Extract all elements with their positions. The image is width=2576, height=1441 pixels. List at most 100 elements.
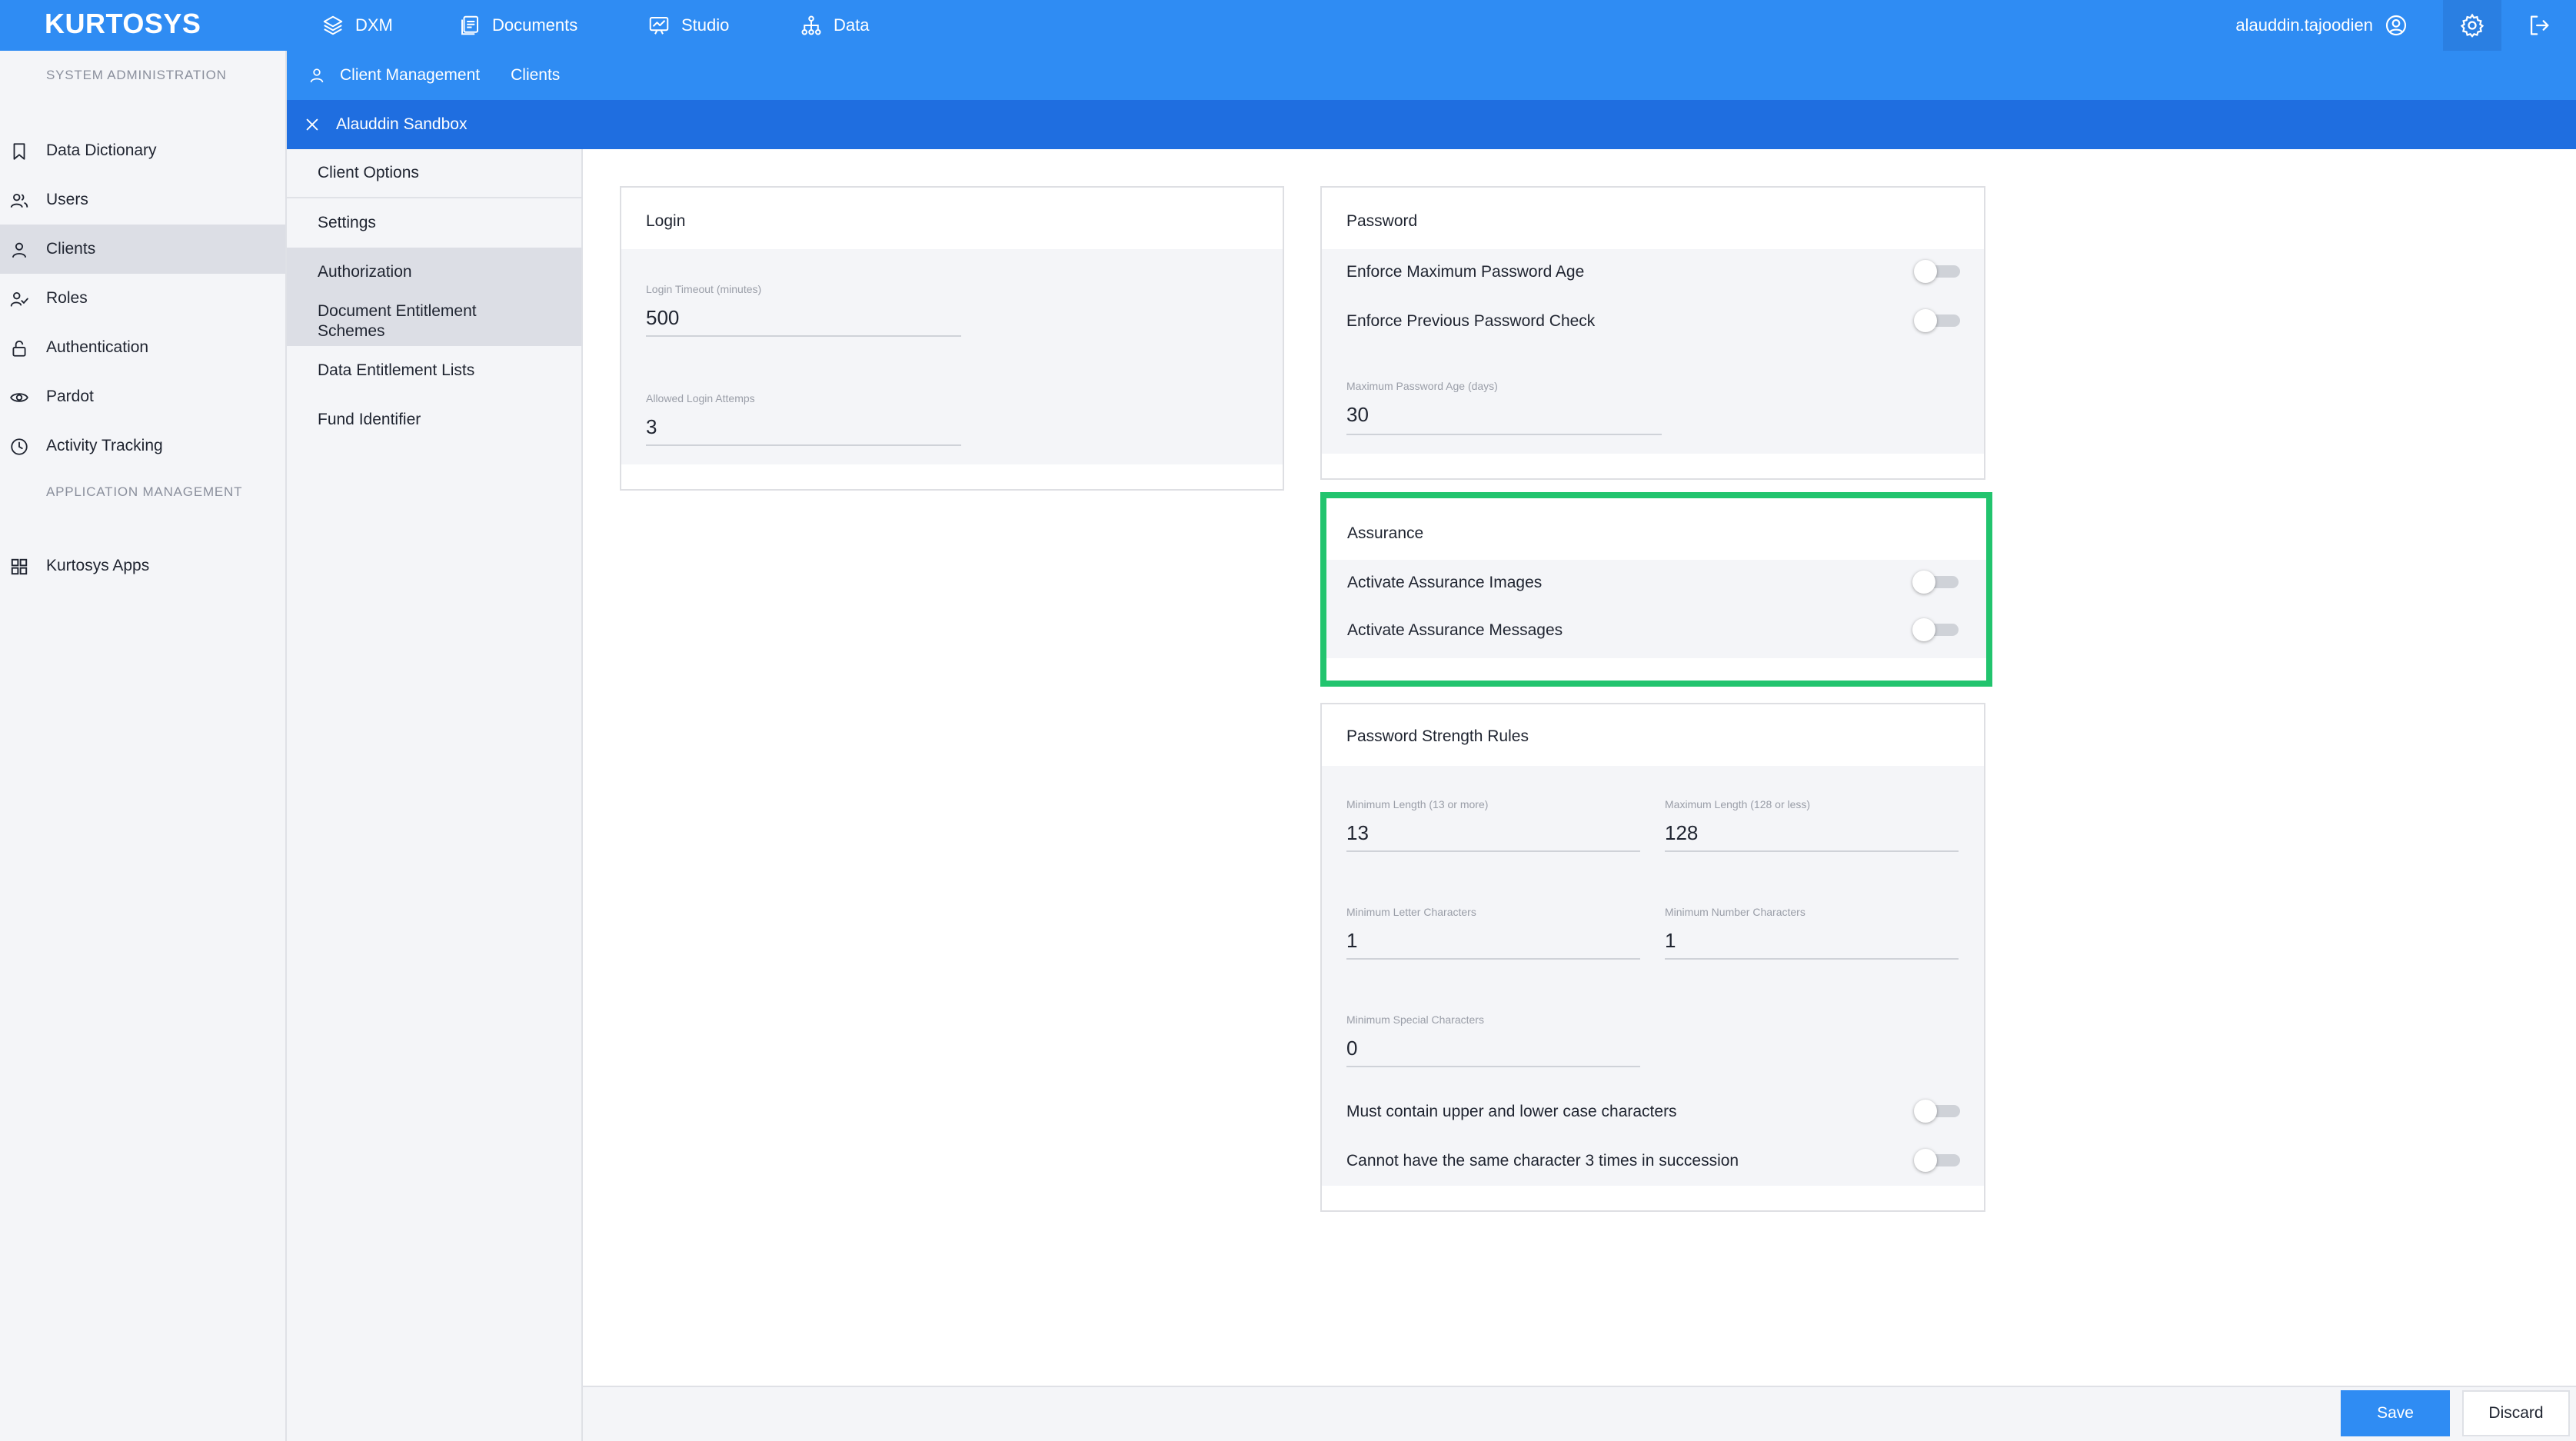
password-card-title: Password: [1346, 212, 1418, 230]
sidebar-item-clients[interactable]: Clients: [0, 225, 285, 274]
clock-icon: [9, 437, 29, 457]
chart-board-icon: [647, 14, 671, 37]
min-letter-label: Minimum Letter Characters: [1346, 906, 1476, 918]
user-name: alauddin.tajoodien: [2235, 15, 2373, 35]
grid-icon: [9, 557, 29, 577]
login-attempts-label: Allowed Login Attemps: [646, 392, 755, 404]
discard-button[interactable]: Discard: [2462, 1390, 2570, 1436]
topnav-documents-label: Documents: [492, 15, 578, 35]
sidebar-item-label: Activity Tracking: [46, 437, 163, 454]
subnav-label: Client Options: [318, 164, 419, 181]
password-strength-title: Password Strength Rules: [1346, 727, 1529, 745]
client-subnav: Client Options Settings Authorization Do…: [287, 149, 583, 1441]
assurance-highlight-box: [1320, 492, 1992, 687]
password-card-body: Enforce Maximum Password Age Enforce Pre…: [1322, 249, 1984, 454]
sidebar-section-system: SYSTEM ADMINISTRATION: [46, 68, 227, 82]
subnav-client-options[interactable]: Client Options: [287, 149, 581, 198]
topnav-studio[interactable]: Studio: [647, 0, 729, 51]
min-length-input[interactable]: 13: [1346, 821, 1369, 845]
min-letter-underline: [1346, 958, 1640, 960]
sidebar-item-kurtosys-apps[interactable]: Kurtosys Apps: [0, 541, 285, 591]
layers-icon: [321, 14, 344, 37]
topnav-data-label: Data: [834, 15, 870, 35]
subnav-data-entitlement-lists[interactable]: Data Entitlement Lists: [287, 346, 581, 395]
breadcrumb-clients[interactable]: Clients: [511, 66, 560, 85]
person-check-icon: [9, 289, 29, 309]
login-card-body: Login Timeout (minutes) 500 Allowed Logi…: [621, 249, 1283, 464]
sidebar-item-label: Data Dictionary: [46, 141, 157, 159]
min-special-input[interactable]: 0: [1346, 1037, 1357, 1060]
login-card-title: Login: [646, 212, 686, 230]
login-attempts-input[interactable]: 3: [646, 415, 657, 439]
no-repeat-toggle[interactable]: [1914, 1149, 1960, 1172]
settings-button[interactable]: [2443, 0, 2501, 51]
sidebar-item-label: Authentication: [46, 338, 149, 356]
enforce-prev-check-toggle[interactable]: [1914, 309, 1960, 332]
subnav-label: Data Entitlement Lists: [318, 361, 475, 379]
person-icon: [287, 66, 340, 85]
sidebar-item-label: Clients: [46, 240, 96, 258]
max-length-underline: [1665, 850, 1959, 852]
topnav-documents[interactable]: Documents: [458, 0, 577, 51]
hierarchy-icon: [800, 14, 823, 37]
min-number-underline: [1665, 958, 1959, 960]
sidebar-item-data-dictionary[interactable]: Data Dictionary: [0, 126, 285, 175]
password-strength-body: Minimum Length (13 or more) 13 Maximum L…: [1322, 766, 1984, 1186]
user-menu[interactable]: alauddin.tajoodien: [2235, 0, 2408, 51]
max-age-input[interactable]: 30: [1346, 403, 1369, 427]
subnav-label: Settings: [318, 214, 376, 231]
password-strength-card: Password Strength Rules Minimum Length (…: [1320, 703, 1985, 1212]
sidebar-item-label: Users: [46, 191, 88, 208]
save-button[interactable]: Save: [2341, 1390, 2450, 1436]
bookmark-icon: [9, 141, 29, 161]
max-length-input[interactable]: 128: [1665, 821, 1698, 845]
person-icon: [9, 240, 29, 260]
breadcrumb-client-management[interactable]: Client Management: [340, 66, 480, 85]
topnav-data[interactable]: Data: [800, 0, 869, 51]
min-length-label: Minimum Length (13 or more): [1346, 798, 1489, 810]
topnav-studio-label: Studio: [681, 15, 730, 35]
topnav-dxm[interactable]: DXM: [321, 0, 393, 51]
login-timeout-underline: [646, 335, 961, 337]
documents-icon: [458, 14, 481, 37]
login-timeout-input[interactable]: 500: [646, 306, 679, 330]
lock-icon: [9, 338, 29, 358]
sidebar-item-authentication[interactable]: Authentication: [0, 323, 285, 372]
min-length-underline: [1346, 850, 1640, 852]
max-age-underline: [1346, 434, 1662, 435]
eye-icon: [9, 388, 29, 408]
sidebar-item-users[interactable]: Users: [0, 175, 285, 225]
subnav-document-entitlement-schemes[interactable]: Document Entitlement Schemes: [287, 297, 581, 346]
login-card: Login Login Timeout (minutes) 500 Allowe…: [620, 186, 1284, 491]
sidebar-item-label: Roles: [46, 289, 88, 307]
sidebar-item-pardot[interactable]: Pardot: [0, 372, 285, 421]
kurtosys-logo[interactable]: KURTOSYS: [45, 0, 201, 51]
subnav-fund-identifier[interactable]: Fund Identifier: [287, 395, 581, 444]
close-icon[interactable]: [287, 116, 336, 133]
sidebar-item-roles[interactable]: Roles: [0, 274, 285, 323]
topnav-dxm-label: DXM: [355, 15, 393, 35]
min-letter-input[interactable]: 1: [1346, 929, 1357, 953]
sidebar-item-activity-tracking[interactable]: Activity Tracking: [0, 421, 285, 471]
enforce-max-age-toggle[interactable]: [1914, 260, 1960, 283]
min-number-input[interactable]: 1: [1665, 929, 1676, 953]
enforce-prev-check-label: Enforce Previous Password Check: [1346, 312, 1596, 330]
subnav-settings[interactable]: Settings: [287, 198, 581, 248]
password-card: Password Enforce Maximum Password Age En…: [1320, 186, 1985, 480]
client-tab[interactable]: Alauddin Sandbox: [287, 100, 2576, 149]
subnav-label: Document Entitlement Schemes: [318, 302, 477, 340]
subnav-authorization[interactable]: Authorization: [287, 248, 581, 297]
upper-lower-toggle[interactable]: [1914, 1100, 1960, 1123]
footer-bar: [583, 1386, 2576, 1441]
tab-label: Alauddin Sandbox: [336, 115, 468, 133]
max-age-label: Maximum Password Age (days): [1346, 380, 1498, 392]
login-timeout-label: Login Timeout (minutes): [646, 283, 762, 295]
min-special-underline: [1346, 1066, 1640, 1067]
min-number-label: Minimum Number Characters: [1665, 906, 1806, 918]
sidebar: SYSTEM ADMINISTRATION Data Dictionary Us…: [0, 51, 287, 1441]
subnav-label: Authorization: [318, 263, 412, 281]
sidebar-section-app: APPLICATION MANAGEMENT: [46, 484, 243, 499]
subnav-label: Fund Identifier: [318, 411, 421, 428]
top-bar: KURTOSYS DXM Documents Studio Data alaud…: [0, 0, 2576, 51]
logout-button[interactable]: [2501, 0, 2576, 51]
